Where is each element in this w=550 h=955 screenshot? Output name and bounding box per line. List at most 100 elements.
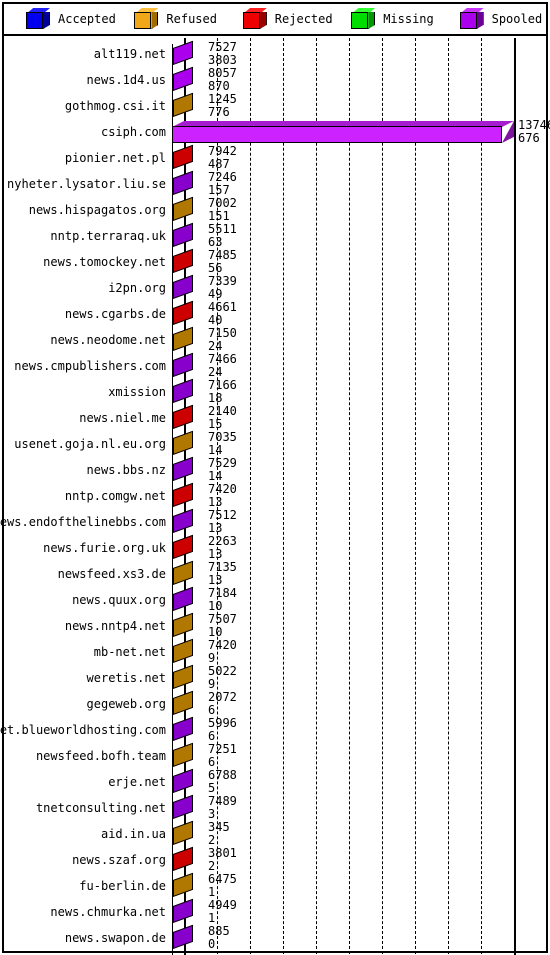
row-values: 7529 14 (208, 457, 237, 483)
chart-row: xmission 7166 18 (4, 378, 546, 405)
chart-row: newsfeed.bofh.team 7251 6 (4, 742, 546, 769)
row-values: 7166 18 (208, 379, 237, 405)
bar-front-face (173, 508, 193, 533)
bar-refused (172, 742, 206, 767)
chart-row: csiph.com 1374601676 (4, 118, 550, 145)
chart-row: tnetconsulting.net 7489 3 (4, 794, 546, 821)
plot-area: alt119.net 7527 3803 news.1d4.us 8057 870 goth… (0, 36, 550, 955)
row-label: i2pn.org (108, 281, 166, 295)
bar-spooled (172, 352, 206, 377)
bar-spooled (172, 40, 206, 65)
cube-icon (26, 8, 51, 30)
bar-front-face (173, 482, 193, 507)
bar-front-face (172, 126, 502, 143)
row-values: 7035 14 (208, 431, 237, 457)
row-label: newsfeed.xs3.de (57, 567, 166, 581)
row-values: 7527 3803 (208, 41, 237, 67)
bar-front-face (173, 742, 193, 767)
chart-row: weretis.net 5022 9 (4, 664, 546, 691)
bar-spooled (172, 456, 206, 481)
bar-spooled (172, 924, 206, 949)
row-values: 7507 10 (208, 613, 237, 639)
bar-front-face (173, 222, 193, 247)
bar-spooled (172, 794, 206, 819)
bar-front-face (173, 768, 193, 793)
row-label: nyheter.lysator.liu.se (7, 177, 166, 191)
bar-front-face (173, 872, 193, 897)
bar-refused (172, 638, 206, 663)
row-label: erje.net (108, 775, 166, 789)
legend-label: Spooled (491, 12, 543, 26)
bar-front-face (173, 404, 193, 429)
bar-front-face (173, 170, 193, 195)
row-label: mb-net.net (93, 645, 166, 659)
chart-row: news.szaf.org 3801 2 (4, 846, 546, 873)
row-values: 4661 40 (208, 301, 237, 327)
bar-rejected (172, 534, 206, 559)
row-label: newsfeed.bofh.team (35, 749, 166, 763)
bar-front-face (173, 274, 193, 299)
row-values: 7184 10 (208, 587, 237, 613)
row-label: gegeweb.org (86, 697, 166, 711)
row-values: 1245 776 (208, 93, 237, 119)
legend-item-refused: Refused (126, 4, 217, 34)
bar-front-face (173, 924, 193, 949)
row-label: news.quux.org (72, 593, 166, 607)
legend-label: Refused (166, 12, 217, 26)
row-values: 6475 1 (208, 873, 237, 899)
chart-row: news.swapon.de 885 0 (4, 924, 546, 951)
chart-row: news.niel.me 2140 15 (4, 404, 546, 431)
row-values: 2140 15 (208, 405, 237, 431)
legend-label: Missing (383, 12, 434, 26)
bar-spooled (172, 170, 206, 195)
bar-front-face (173, 560, 193, 585)
row-label: news.furie.org.uk (43, 541, 166, 555)
bar-front-face (173, 300, 193, 325)
row-values: 7002 151 (208, 197, 237, 223)
chart-row: nyheter.lysator.liu.se 7246 157 (4, 170, 546, 197)
row-label: news.chmurka.net (50, 905, 166, 919)
row-label: xmission (108, 385, 166, 399)
chart-row: news.1d4.us 8057 870 (4, 66, 546, 93)
bar-front-face (173, 196, 193, 221)
row-label: alt119.net (93, 47, 166, 61)
row-values: 7135 13 (208, 561, 237, 587)
chart-row: news.nntp4.net 7507 10 (4, 612, 546, 639)
row-label: news.cgarbs.de (64, 307, 166, 321)
bar-front-face (173, 638, 193, 663)
bar-front-face (173, 326, 193, 351)
bar-front-face (173, 352, 193, 377)
row-label: usenet.goja.nl.eu.org (14, 437, 166, 451)
row-label: news.bbs.nz (86, 463, 166, 477)
bar-spooled (172, 716, 206, 741)
bar-front-face (173, 716, 193, 741)
bar-spooled (172, 898, 206, 923)
row-values: 7489 3 (208, 795, 237, 821)
row-values: 1374601676 (518, 119, 550, 145)
bar-front-face (173, 378, 193, 403)
row-label: news.tomockey.net (43, 255, 166, 269)
row-label: usenet.blueworldhosting.com (0, 723, 166, 737)
bar-front-face (173, 40, 193, 65)
chart-row: news.endofthelinebbs.com 7512 13 (0, 508, 546, 535)
chart-row: news.hispagatos.org 7002 151 (4, 196, 546, 223)
row-label: tnetconsulting.net (35, 801, 166, 815)
bar-front-face (173, 66, 193, 91)
bar-refused (172, 664, 206, 689)
row-label: news.swapon.de (64, 931, 166, 945)
chart-legend: Accepted Refused Rejected Missing Spooled (4, 4, 546, 36)
bar-spooled (172, 768, 206, 793)
row-label: nntp.terraraq.uk (50, 229, 166, 243)
bar-front-face (173, 846, 193, 871)
row-values: 3801 2 (208, 847, 237, 873)
row-label: news.szaf.org (72, 853, 166, 867)
bar-front-face (173, 690, 193, 715)
row-label: fu-berlin.de (79, 879, 166, 893)
bar-front-face (173, 820, 193, 845)
bar-spooled (172, 274, 206, 299)
bar-spooled (172, 508, 206, 533)
row-values: 7339 49 (208, 275, 237, 301)
bar-front-face (173, 898, 193, 923)
row-values: 7150 24 (208, 327, 237, 353)
chart-container: Accepted Refused Rejected Missing Spooled al… (0, 0, 550, 955)
